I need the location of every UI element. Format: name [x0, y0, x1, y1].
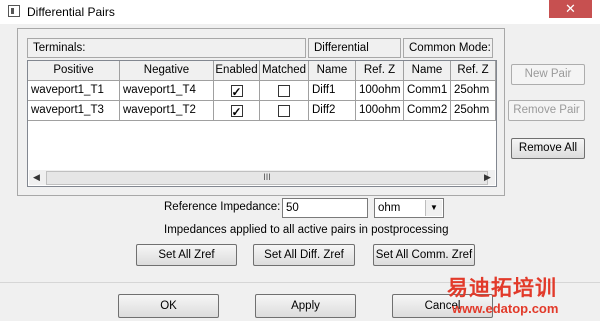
window-icon [8, 5, 20, 17]
impedance-note: Impedances applied to all active pairs i… [164, 224, 449, 236]
pairs-table: Positive Negative Enabled Matched Name R… [27, 60, 497, 187]
comm-refz-cell[interactable]: 25ohm [451, 81, 496, 101]
differential-mode-header: Differential Mode: [308, 38, 401, 72]
column-comm-name[interactable]: Name [404, 61, 451, 81]
horizontal-scrollbar[interactable]: ◀ III ▶ [29, 170, 495, 185]
scroll-right-icon[interactable]: ▶ [480, 170, 495, 185]
matched-checkbox[interactable] [278, 85, 290, 97]
column-diff-refz[interactable]: Ref. Z [356, 61, 404, 81]
column-positive[interactable]: Positive [28, 61, 120, 81]
window-title: Differential Pairs [27, 5, 115, 19]
remove-pair-button[interactable]: Remove Pair [508, 100, 585, 121]
set-all-diff-zref-button[interactable]: Set All Diff. Zref [253, 244, 355, 266]
table-header-row: Positive Negative Enabled Matched Name R… [28, 61, 528, 81]
apply-button[interactable]: Apply [255, 294, 356, 318]
column-diff-name[interactable]: Name [309, 61, 356, 81]
matched-cell [260, 81, 309, 101]
diff-refz-cell[interactable]: 100ohm [356, 101, 404, 121]
enabled-checkbox[interactable] [230, 83, 243, 100]
scrollbar-thumb[interactable]: III [46, 171, 488, 185]
comm-name-cell[interactable]: Comm2 [404, 101, 451, 121]
diff-refz-cell[interactable]: 100ohm [356, 81, 404, 101]
column-comm-refz[interactable]: Ref. Z [451, 61, 496, 81]
negative-cell[interactable]: waveport1_T4 [120, 81, 214, 101]
matched-checkbox[interactable] [278, 105, 290, 117]
table-row[interactable]: waveport1_T1 waveport1_T4 Diff1 100ohm C… [28, 81, 528, 101]
watermark-logo: 易迪拓培训 [447, 277, 557, 300]
chevron-down-icon[interactable]: ▼ [425, 200, 442, 216]
new-pair-button[interactable]: New Pair [511, 64, 585, 85]
comm-refz-cell[interactable]: 25ohm [451, 101, 496, 121]
close-button[interactable]: ✕ [549, 0, 592, 18]
impedance-unit-value: ohm [378, 202, 401, 214]
matched-cell [260, 101, 309, 121]
positive-cell[interactable]: waveport1_T3 [28, 101, 120, 121]
enabled-checkbox[interactable] [230, 103, 243, 120]
positive-cell[interactable]: waveport1_T1 [28, 81, 120, 101]
reference-impedance-input[interactable]: 50 [282, 198, 368, 218]
reference-impedance-label: Reference Impedance: [164, 201, 281, 213]
table-row[interactable]: waveport1_T3 waveport1_T2 Diff2 100ohm C… [28, 101, 528, 121]
column-matched[interactable]: Matched [260, 61, 309, 81]
diff-name-cell[interactable]: Diff1 [309, 81, 356, 101]
remove-all-button[interactable]: Remove All [511, 138, 585, 159]
common-mode-header: Common Mode: [403, 38, 493, 58]
set-all-comm-zref-button[interactable]: Set All Comm. Zref [373, 244, 475, 266]
ok-button[interactable]: OK [118, 294, 219, 318]
negative-cell[interactable]: waveport1_T2 [120, 101, 214, 121]
title-bar: Differential Pairs ✕ [0, 0, 600, 24]
column-enabled[interactable]: Enabled [214, 61, 260, 81]
enabled-cell [214, 101, 260, 121]
watermark-url: www.edatop.com [452, 301, 559, 316]
enabled-cell [214, 81, 260, 101]
impedance-unit-select[interactable]: ohm ▼ [374, 198, 444, 218]
comm-name-cell[interactable]: Comm1 [404, 81, 451, 101]
diff-name-cell[interactable]: Diff2 [309, 101, 356, 121]
column-negative[interactable]: Negative [120, 61, 214, 81]
set-all-zref-button[interactable]: Set All Zref [136, 244, 237, 266]
terminals-header: Terminals: [27, 38, 306, 58]
scroll-left-icon[interactable]: ◀ [29, 170, 44, 185]
